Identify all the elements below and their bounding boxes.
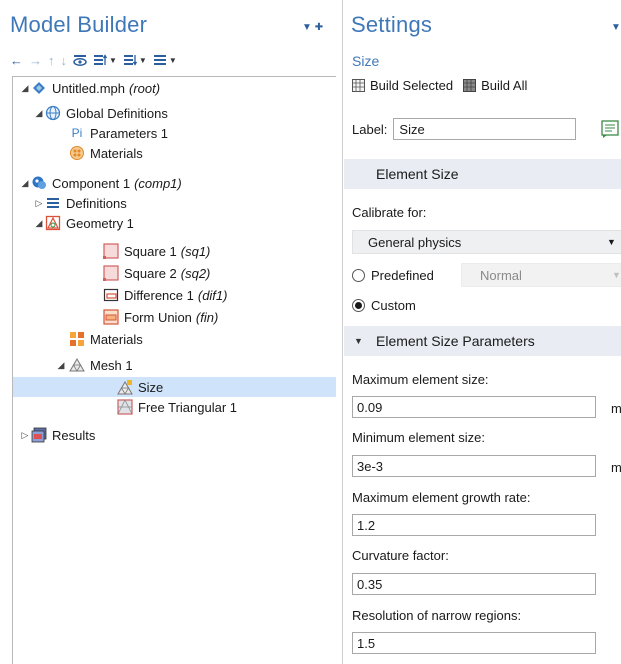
panel-title: Model Builder: [10, 12, 148, 37]
component-icon: [31, 175, 47, 191]
label-input[interactable]: Size: [393, 118, 577, 140]
predefined-radio[interactable]: Predefined: [352, 268, 434, 283]
tree-item-size[interactable]: Size: [13, 377, 336, 397]
label-comment-icon[interactable]: [599, 118, 621, 140]
narrow-regions-label: Resolution of narrow regions:: [352, 608, 522, 623]
growth-rate-label: Maximum element growth rate:: [352, 490, 531, 505]
build-selected-icon: [352, 79, 365, 92]
radio-unchecked-icon[interactable]: [352, 269, 365, 282]
tree-item-free-triangular[interactable]: Free Triangular 1: [117, 397, 336, 417]
parameters-icon: Pi: [71, 126, 83, 140]
panel-menu-icon[interactable]: ▼: [611, 22, 621, 33]
model-file-icon: [31, 80, 47, 96]
calibrate-select[interactable]: General physics ▼: [352, 230, 621, 254]
build-all-button[interactable]: Build All: [463, 78, 527, 93]
mesh-icon: [69, 357, 85, 373]
settings-title: Settings: [351, 12, 433, 37]
tree-item-component[interactable]: ◢ Component 1 (comp1): [19, 173, 336, 193]
calibrate-label: Calibrate for:: [352, 205, 427, 220]
definitions-icon: [45, 195, 61, 211]
collapse-triangle-icon[interactable]: ◢: [19, 83, 31, 94]
view-options-icon[interactable]: ▼: [153, 51, 177, 69]
collapse-triangle-icon[interactable]: ◢: [55, 360, 67, 371]
chevron-down-icon: ▼: [612, 270, 621, 280]
tree-item-geometry[interactable]: ◢ Geometry 1: [33, 213, 336, 233]
max-element-size-label: Maximum element size:: [352, 372, 489, 387]
tree-item-definitions[interactable]: ▷ Definitions: [33, 193, 336, 213]
expand-triangle-icon[interactable]: ▷: [33, 198, 45, 209]
size-icon: [117, 379, 133, 395]
material-icon: [69, 145, 85, 161]
build-all-icon: [463, 79, 477, 92]
expand-list-icon[interactable]: ▼: [123, 51, 147, 69]
tree-item-square-1[interactable]: Square 1 (sq1): [103, 241, 336, 261]
max-element-size-unit: m: [611, 401, 621, 416]
collapse-triangle-icon[interactable]: ◢: [33, 218, 45, 229]
show-more-options-icon[interactable]: [73, 51, 87, 69]
panel-menu-icon[interactable]: ▼ ✚: [302, 22, 323, 33]
square-icon: [103, 265, 119, 281]
curvature-factor-input[interactable]: 0.35: [352, 573, 596, 595]
collapse-caret-icon[interactable]: ▼: [354, 336, 363, 346]
model-builder-toolbar: ← → ↑ ↓ ▼ ▼ ▼: [10, 50, 177, 70]
model-builder-panel: Model Builder ▼ ✚ ← → ↑ ↓ ▼ ▼ ▼ ◢ Untitl…: [0, 0, 336, 664]
materials-icon: [69, 331, 85, 347]
tree-item-untitled[interactable]: ◢ Untitled.mph (root): [19, 78, 336, 98]
tree-item-mesh[interactable]: ◢ Mesh 1: [58, 355, 336, 375]
tree-item-difference[interactable]: Difference 1 (dif1): [103, 285, 336, 305]
expand-triangle-icon[interactable]: ▷: [19, 430, 31, 441]
settings-panel: Settings ▼ Size Build Selected Build All…: [342, 0, 621, 664]
max-element-size-input[interactable]: 0.09: [352, 396, 596, 418]
label-field-row: Label: Size: [352, 118, 577, 140]
difference-icon: [103, 287, 119, 303]
globe-icon: [45, 105, 61, 121]
down-arrow-icon[interactable]: ↓: [61, 51, 68, 69]
tree-item-global-materials[interactable]: Materials: [69, 143, 336, 163]
custom-radio[interactable]: Custom: [352, 298, 416, 313]
sort-list-icon[interactable]: ▼: [93, 51, 117, 69]
results-icon: [31, 427, 47, 443]
tree-item-parameters[interactable]: Pi Parameters 1: [69, 123, 336, 143]
model-tree: ◢ Untitled.mph (root) ◢ Global Definitio…: [12, 76, 336, 664]
min-element-size-label: Minimum element size:: [352, 430, 485, 445]
form-union-icon: [103, 309, 119, 325]
element-size-section-header[interactable]: Element Size: [344, 159, 621, 189]
back-arrow-icon[interactable]: ←: [10, 51, 23, 69]
min-element-size-input[interactable]: 3e-3: [352, 455, 596, 477]
square-icon: [103, 243, 119, 259]
label-caption: Label:: [352, 121, 388, 137]
pin-icon[interactable]: ✚: [315, 22, 323, 33]
build-selected-button[interactable]: Build Selected: [352, 78, 453, 93]
predefined-select: Normal ▼: [461, 263, 621, 287]
collapse-triangle-icon[interactable]: ◢: [33, 108, 45, 119]
element-size-parameters-section-header[interactable]: ▼ Element Size Parameters: [344, 326, 621, 356]
tree-item-square-2[interactable]: Square 2 (sq2): [103, 263, 336, 283]
settings-subtitle: Size: [352, 53, 380, 69]
radio-checked-icon[interactable]: [352, 299, 365, 312]
chevron-down-icon: ▼: [607, 237, 616, 247]
collapse-triangle-icon[interactable]: ◢: [19, 178, 31, 189]
curvature-factor-label: Curvature factor:: [352, 548, 449, 563]
tree-item-global-definitions[interactable]: ◢ Global Definitions: [33, 103, 336, 123]
tree-item-results[interactable]: ▷ Results: [19, 425, 336, 445]
build-toolbar: Build Selected Build All: [352, 78, 527, 93]
narrow-regions-input[interactable]: 1.5: [352, 632, 596, 654]
tree-item-form-union[interactable]: Form Union (fin): [103, 307, 336, 327]
min-element-size-unit: m: [611, 460, 621, 475]
up-arrow-icon[interactable]: ↑: [48, 51, 55, 69]
tree-item-materials[interactable]: Materials: [69, 329, 336, 349]
forward-arrow-icon[interactable]: →: [29, 51, 42, 69]
growth-rate-input[interactable]: 1.2: [352, 514, 596, 536]
free-triangular-icon: [117, 399, 133, 415]
geometry-icon: [45, 215, 61, 231]
